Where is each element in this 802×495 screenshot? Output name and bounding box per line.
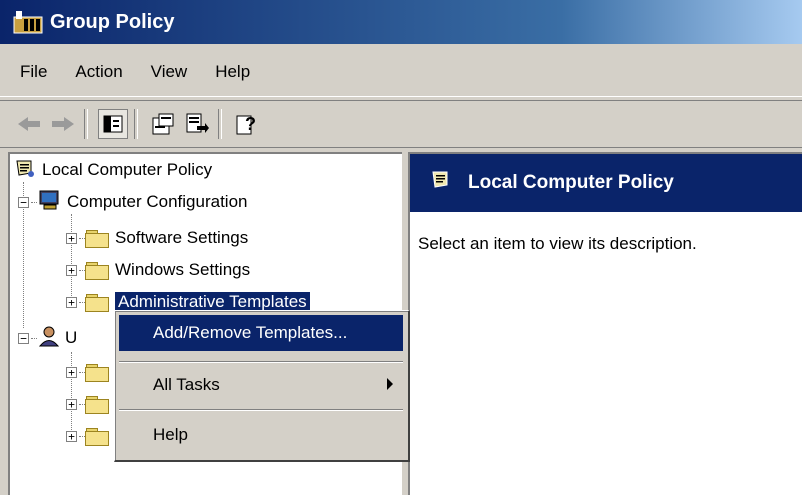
user-icon	[37, 325, 61, 352]
toolbar-separator	[84, 109, 88, 139]
expand-icon[interactable]: +	[66, 366, 77, 378]
collapse-icon[interactable]: −	[18, 196, 29, 208]
menu-file[interactable]: File	[0, 62, 61, 82]
folder-icon	[85, 395, 109, 414]
description-text: Select an item to view its description.	[418, 234, 697, 253]
menu-item-help[interactable]: Help	[119, 417, 403, 453]
expand-icon[interactable]: +	[66, 430, 77, 442]
back-icon[interactable]	[14, 109, 44, 139]
menu-item-label: All Tasks	[153, 375, 220, 394]
svg-text:?: ?	[245, 114, 256, 134]
policy-scroll-icon	[14, 158, 36, 183]
expand-icon[interactable]: +	[66, 264, 77, 276]
tree-item-user-administrative-templates[interactable]: +	[66, 424, 115, 448]
expand-icon[interactable]: +	[66, 296, 77, 308]
computer-icon	[37, 189, 61, 216]
expand-icon[interactable]: +	[66, 232, 77, 244]
folder-icon	[85, 363, 109, 382]
menu-bar: File Action View Help	[0, 48, 802, 97]
folder-icon	[85, 427, 109, 446]
tree-item-windows-settings[interactable]: + Windows Settings	[66, 258, 250, 282]
title-bar[interactable]: Group Policy	[0, 0, 802, 44]
tree-label: U	[65, 328, 78, 347]
tree-label: Computer Configuration	[67, 192, 248, 211]
submenu-arrow-icon	[387, 378, 393, 390]
help-icon[interactable]: ?	[232, 109, 262, 139]
menu-action[interactable]: Action	[61, 62, 136, 82]
folder-icon	[85, 261, 109, 280]
description-title: Local Computer Policy	[468, 172, 674, 193]
context-menu: Add/Remove Templates... All Tasks Help	[114, 310, 410, 462]
menu-separator	[119, 361, 403, 363]
tree-label: Local Computer Policy	[42, 160, 213, 179]
properties-icon[interactable]	[148, 109, 178, 139]
forward-icon[interactable]	[48, 109, 78, 139]
tree-item-computer-configuration[interactable]: − Computer Configuration	[18, 190, 247, 214]
tree-item-user-software-settings[interactable]: +	[66, 360, 115, 384]
expand-icon[interactable]: +	[66, 398, 77, 410]
group-policy-app-icon	[12, 9, 44, 35]
description-pane: Local Computer Policy Select an item to …	[408, 152, 802, 495]
toolbar: ?	[0, 100, 802, 148]
tree-label-selected: Administrative Templates	[115, 292, 310, 312]
toolbar-separator	[218, 109, 222, 139]
toolbar-separator	[134, 109, 138, 139]
folder-icon	[85, 229, 109, 248]
tree-item-software-settings[interactable]: + Software Settings	[66, 226, 248, 250]
menu-view[interactable]: View	[137, 62, 202, 82]
menu-item-add-remove-templates[interactable]: Add/Remove Templates...	[119, 315, 403, 351]
menu-item-all-tasks[interactable]: All Tasks	[119, 367, 403, 403]
collapse-icon[interactable]: −	[18, 332, 29, 344]
tree-item-user-windows-settings[interactable]: +	[66, 392, 115, 416]
tree-item-user-configuration[interactable]: − U	[18, 326, 77, 350]
policy-scroll-icon	[430, 169, 452, 197]
window-title: Group Policy	[50, 10, 175, 33]
menu-separator	[119, 409, 403, 411]
export-list-icon[interactable]	[182, 109, 212, 139]
menu-item-label: Add/Remove Templates...	[153, 323, 348, 342]
menu-item-label: Help	[153, 425, 188, 444]
description-header: Local Computer Policy	[410, 154, 802, 212]
open-folder-icon	[85, 293, 109, 312]
tree-label: Software Settings	[115, 228, 249, 247]
show-hide-tree-icon[interactable]	[98, 109, 128, 139]
menu-help[interactable]: Help	[201, 62, 264, 82]
tree-label: Windows Settings	[115, 260, 251, 279]
tree-item-local-computer-policy[interactable]: Local Computer Policy	[14, 158, 212, 182]
